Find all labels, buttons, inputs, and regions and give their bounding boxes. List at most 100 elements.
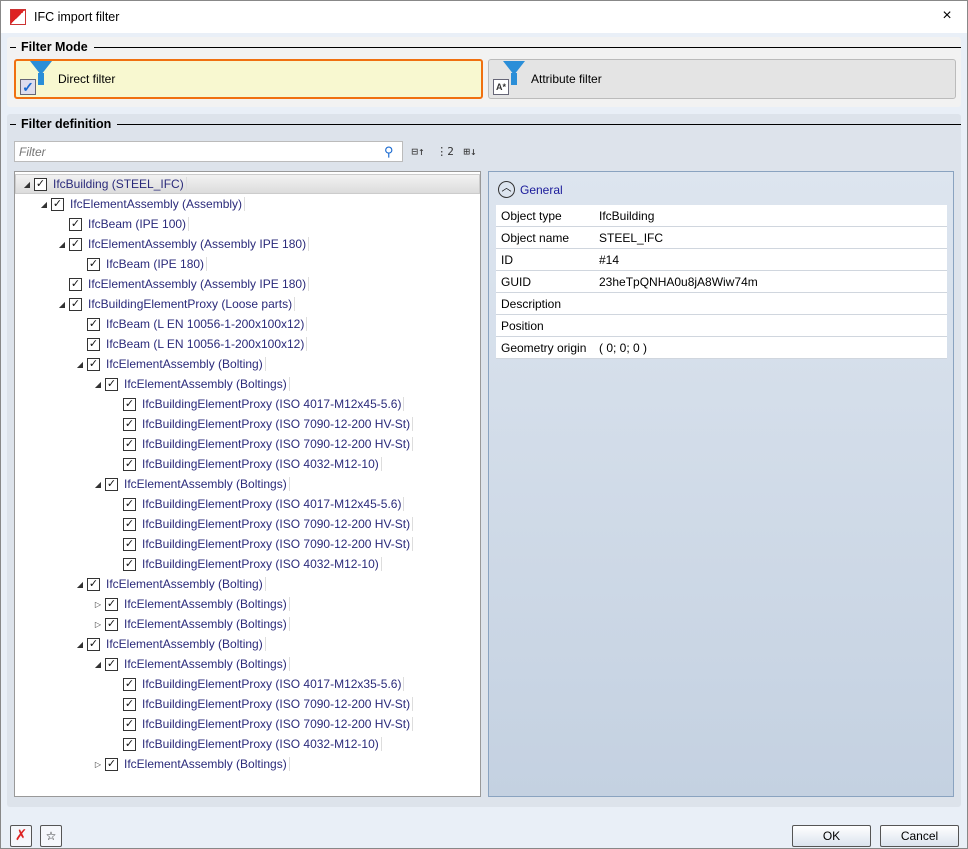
- collapse-arrow-icon[interactable]: ◢: [75, 640, 85, 649]
- tree-item[interactable]: ▷ ✓ IfcElementAssembly (Boltings): [15, 614, 480, 634]
- tree-item[interactable]: ✓ IfcBuildingElementProxy (ISO 7090-12-20…: [15, 534, 480, 554]
- tree-item[interactable]: ▷ ✓ IfcElementAssembly (Boltings): [15, 594, 480, 614]
- tree-item-checkbox[interactable]: ✓: [105, 657, 118, 671]
- tree-item[interactable]: ✓ IfcBuildingElementProxy (ISO 7090-12-20…: [15, 514, 480, 534]
- expand-arrow-icon[interactable]: ▷: [93, 600, 103, 609]
- tree-item[interactable]: ◢ ✓ IfcElementAssembly (Bolting): [15, 634, 480, 654]
- reset-filter-button[interactable]: ✗: [10, 825, 32, 847]
- search-icon[interactable]: ⚲: [384, 144, 402, 160]
- tree-item-checkbox[interactable]: ✓: [87, 637, 100, 651]
- tree-item-checkbox[interactable]: ✓: [105, 757, 118, 771]
- tree-item[interactable]: ✓ IfcBuildingElementProxy (ISO 7090-12-20…: [15, 714, 480, 734]
- tree-item-label: IfcElementAssembly (Bolting): [106, 637, 266, 651]
- tree-item[interactable]: ✓ IfcBeam (IPE 180): [15, 254, 480, 274]
- tree-item[interactable]: ✓ IfcBeam (L EN 10056-1-200x100x12): [15, 334, 480, 354]
- expand-level-icon[interactable]: ⋮2: [435, 141, 455, 162]
- collapse-chevron-icon[interactable]: ︿: [498, 181, 515, 198]
- collapse-arrow-icon[interactable]: ◢: [22, 180, 32, 189]
- close-icon[interactable]: ×: [937, 7, 957, 25]
- tree-item[interactable]: ◢ ✓ IfcElementAssembly (Boltings): [15, 474, 480, 494]
- tree-item[interactable]: ✓ IfcBeam (L EN 10056-1-200x100x12): [15, 314, 480, 334]
- property-key: Object type: [501, 208, 562, 223]
- collapse-all-icon[interactable]: ⊟↑: [408, 141, 428, 162]
- tree-item-checkbox[interactable]: ✓: [69, 237, 82, 251]
- expand-arrow-icon[interactable]: ▷: [93, 620, 103, 629]
- direct-filter-button[interactable]: ✓ Direct filter: [14, 59, 483, 99]
- favorites-button[interactable]: ☆: [40, 825, 62, 847]
- tree-item[interactable]: ✓ IfcElementAssembly (Assembly IPE 180): [15, 274, 480, 294]
- tree-item-label: IfcBuildingElementProxy (ISO 4017-M12x45…: [142, 397, 405, 411]
- tree-item-checkbox[interactable]: ✓: [123, 517, 136, 531]
- tree-item[interactable]: ✓ IfcBuildingElementProxy (ISO 4032-M12-1…: [15, 734, 480, 754]
- tree-item[interactable]: ◢ ✓ IfcElementAssembly (Assembly): [15, 194, 480, 214]
- tree-item[interactable]: ◢ ✓ IfcElementAssembly (Assembly IPE 180): [15, 234, 480, 254]
- tree-item[interactable]: ◢ ✓ IfcElementAssembly (Boltings): [15, 374, 480, 394]
- tree-item-checkbox[interactable]: ✓: [105, 477, 118, 491]
- general-section-header[interactable]: ︿ General: [498, 181, 563, 198]
- ok-button[interactable]: OK: [792, 825, 871, 847]
- property-key: GUID: [501, 274, 531, 289]
- tree-item[interactable]: ✓ IfcBuildingElementProxy (ISO 4032-M12-1…: [15, 554, 480, 574]
- collapse-arrow-icon[interactable]: ◢: [57, 240, 67, 249]
- tree-item[interactable]: ✓ IfcBuildingElementProxy (ISO 7090-12-20…: [15, 434, 480, 454]
- collapse-arrow-icon[interactable]: ◢: [93, 660, 103, 669]
- tree-item[interactable]: ✓ IfcBuildingElementProxy (ISO 7090-12-20…: [15, 414, 480, 434]
- tree-item-checkbox[interactable]: ✓: [87, 337, 100, 351]
- tree-item[interactable]: ◢ ✓ IfcElementAssembly (Bolting): [15, 354, 480, 374]
- tree-item-checkbox[interactable]: ✓: [123, 717, 136, 731]
- tree-item-checkbox[interactable]: ✓: [69, 297, 82, 311]
- tree-item-checkbox[interactable]: ✓: [51, 197, 64, 211]
- tree-item[interactable]: ✓ IfcBeam (IPE 100): [15, 214, 480, 234]
- tree-item-checkbox[interactable]: ✓: [123, 397, 136, 411]
- tree-item[interactable]: ✓ IfcBuildingElementProxy (ISO 4017-M12x4…: [15, 394, 480, 414]
- tree-item-checkbox[interactable]: ✓: [123, 437, 136, 451]
- tree-item-checkbox[interactable]: ✓: [123, 417, 136, 431]
- tree-item-checkbox[interactable]: ✓: [123, 737, 136, 751]
- tree-item-checkbox[interactable]: ✓: [123, 677, 136, 691]
- tree-item-checkbox[interactable]: ✓: [69, 277, 82, 291]
- element-tree[interactable]: ◢ ✓ IfcBuilding (STEEL_IFC) ◢ ✓ IfcElementAss…: [14, 171, 481, 797]
- tree-item-label: IfcBuildingElementProxy (ISO 7090-12-200…: [142, 697, 414, 711]
- filter-search-box: ⚲: [14, 141, 403, 162]
- tree-item-checkbox[interactable]: ✓: [105, 597, 118, 611]
- filter-search-input[interactable]: [15, 143, 384, 160]
- tree-item[interactable]: ✓ IfcBuildingElementProxy (ISO 4017-M12x4…: [15, 494, 480, 514]
- tree-item[interactable]: ▷ ✓ IfcElementAssembly (Boltings): [15, 754, 480, 774]
- tree-item-checkbox[interactable]: ✓: [87, 577, 100, 591]
- property-row: GUID 23heTpQNHA0u8jA8Wiw74m: [496, 271, 947, 293]
- attribute-filter-label: Attribute filter: [531, 72, 602, 86]
- tree-item-checkbox[interactable]: ✓: [34, 177, 47, 191]
- tree-item-checkbox[interactable]: ✓: [69, 217, 82, 231]
- expand-all-icon[interactable]: ⊞↓: [460, 141, 480, 162]
- tree-item-label: IfcElementAssembly (Assembly IPE 180): [88, 237, 310, 251]
- collapse-arrow-icon[interactable]: ◢: [57, 300, 67, 309]
- property-value: 23heTpQNHA0u8jA8Wiw74m: [599, 274, 758, 289]
- tree-item[interactable]: ◢ ✓ IfcElementAssembly (Boltings): [15, 654, 480, 674]
- collapse-arrow-icon[interactable]: ◢: [93, 380, 103, 389]
- tree-item[interactable]: ✓ IfcBuildingElementProxy (ISO 7090-12-20…: [15, 694, 480, 714]
- expand-arrow-icon[interactable]: ▷: [93, 760, 103, 769]
- tree-item-checkbox[interactable]: ✓: [123, 557, 136, 571]
- tree-item-checkbox[interactable]: ✓: [87, 357, 100, 371]
- tree-item-label: IfcBuildingElementProxy (ISO 4017-M12x45…: [142, 497, 405, 511]
- tree-item[interactable]: ◢ ✓ IfcBuilding (STEEL_IFC): [15, 174, 480, 194]
- attribute-filter-button[interactable]: A* Attribute filter: [488, 59, 956, 99]
- collapse-arrow-icon[interactable]: ◢: [93, 480, 103, 489]
- tree-item[interactable]: ✓ IfcBuildingElementProxy (ISO 4017-M12x3…: [15, 674, 480, 694]
- tree-item-checkbox[interactable]: ✓: [123, 537, 136, 551]
- collapse-arrow-icon[interactable]: ◢: [75, 580, 85, 589]
- cancel-button[interactable]: Cancel: [880, 825, 959, 847]
- tree-item-checkbox[interactable]: ✓: [123, 697, 136, 711]
- property-key: Object name: [501, 230, 570, 245]
- tree-item-checkbox[interactable]: ✓: [87, 257, 100, 271]
- tree-item-checkbox[interactable]: ✓: [123, 457, 136, 471]
- tree-item[interactable]: ◢ ✓ IfcElementAssembly (Bolting): [15, 574, 480, 594]
- tree-item-checkbox[interactable]: ✓: [105, 617, 118, 631]
- tree-item-checkbox[interactable]: ✓: [87, 317, 100, 331]
- collapse-arrow-icon[interactable]: ◢: [75, 360, 85, 369]
- tree-item-checkbox[interactable]: ✓: [105, 377, 118, 391]
- collapse-arrow-icon[interactable]: ◢: [39, 200, 49, 209]
- tree-item-checkbox[interactable]: ✓: [123, 497, 136, 511]
- tree-item[interactable]: ✓ IfcBuildingElementProxy (ISO 4032-M12-1…: [15, 454, 480, 474]
- tree-item[interactable]: ◢ ✓ IfcBuildingElementProxy (Loose parts): [15, 294, 480, 314]
